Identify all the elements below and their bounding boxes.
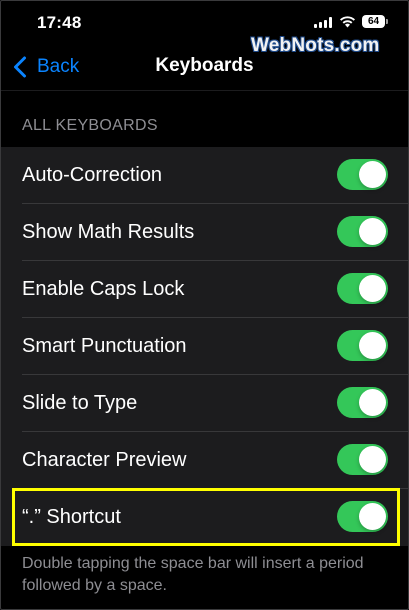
battery-level: 64 — [367, 16, 380, 27]
toggle-knob — [359, 446, 386, 473]
watermark-logo: WebNots.com — [251, 35, 380, 56]
toggle-knob — [359, 389, 386, 416]
keyboards-settings-screen: 17:48 64 Back Keyboards WebNots.com ALL … — [0, 0, 409, 610]
setting-row-smart-punctuation: Smart Punctuation — [1, 318, 408, 375]
slide-to-type-toggle[interactable] — [337, 387, 388, 418]
setting-label: Smart Punctuation — [22, 335, 187, 357]
setting-label: Character Preview — [22, 449, 187, 471]
footer-note: Double tapping the space bar will insert… — [22, 555, 364, 594]
cellular-signal-icon — [314, 17, 333, 28]
enable-caps-lock-toggle[interactable] — [337, 273, 388, 304]
nav-divider — [1, 90, 408, 91]
setting-label: Enable Caps Lock — [22, 278, 185, 300]
smart-punctuation-toggle[interactable] — [337, 330, 388, 361]
period-shortcut-toggle[interactable] — [337, 501, 388, 532]
setting-row-character-preview: Character Preview — [1, 432, 408, 489]
setting-label: Slide to Type — [22, 392, 138, 414]
toggle-knob — [359, 161, 386, 188]
character-preview-toggle[interactable] — [337, 444, 388, 475]
setting-label: Show Math Results — [22, 221, 195, 243]
setting-row-show-math-results: Show Math Results — [1, 204, 408, 261]
toggle-knob — [359, 503, 386, 530]
toggle-knob — [359, 275, 386, 302]
page-title: Keyboards — [155, 55, 254, 76]
settings-list: Auto-Correction Show Math Results Enable… — [1, 147, 408, 546]
status-time: 17:48 — [37, 13, 82, 32]
toggle-knob — [359, 332, 386, 359]
auto-correction-toggle[interactable] — [337, 159, 388, 190]
setting-row-slide-to-type: Slide to Type — [1, 375, 408, 432]
setting-row-period-shortcut: “.” Shortcut — [1, 489, 408, 546]
section-header: ALL KEYBOARDS — [22, 117, 158, 134]
toggle-knob — [359, 218, 386, 245]
setting-row-auto-correction: Auto-Correction — [1, 147, 408, 204]
setting-label: “.” Shortcut — [22, 506, 121, 528]
show-math-results-toggle[interactable] — [337, 216, 388, 247]
wifi-icon — [340, 16, 355, 28]
battery-icon: 64 — [362, 15, 388, 28]
setting-row-enable-caps-lock: Enable Caps Lock — [1, 261, 408, 318]
setting-label: Auto-Correction — [22, 164, 163, 186]
